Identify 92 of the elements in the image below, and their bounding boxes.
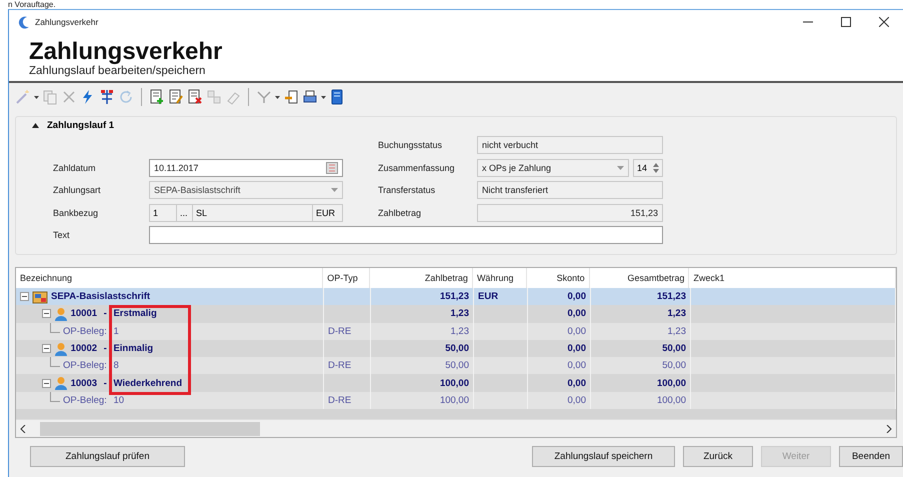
table-cell: 1,23	[668, 326, 686, 337]
remove-document-icon[interactable]	[187, 89, 203, 105]
person-icon	[54, 342, 68, 356]
maximize-icon[interactable]	[841, 17, 851, 27]
status-field: nicht verbucht	[477, 136, 663, 154]
add-document-icon[interactable]	[149, 89, 165, 105]
collapse-icon[interactable]	[20, 292, 29, 302]
app-logo-icon	[17, 16, 30, 28]
field-label: Buchungsstatus	[378, 140, 444, 150]
table-cell: 100,00	[656, 394, 686, 406]
action-button[interactable]: Zahlungslauf prüfen	[30, 446, 185, 467]
table-cell: D-RE	[328, 326, 352, 337]
page-subtitle: Zahlungslauf bearbeiten/speichern	[29, 65, 206, 78]
bank-code-field: SL	[193, 204, 313, 222]
window-title: Zahlungsverkehr	[35, 17, 98, 27]
field-label: Zahldatum	[53, 162, 97, 172]
table-cell: 0,00	[568, 326, 586, 337]
export-icon[interactable]	[283, 89, 299, 105]
collapse-arrow-icon[interactable]	[32, 122, 39, 128]
person-icon	[54, 306, 68, 321]
table-cell: 50,00	[445, 360, 469, 372]
calendar-icon[interactable]	[326, 162, 338, 174]
page-title: Zahlungsverkehr	[29, 39, 222, 65]
tree-label: 10001 - Erstmalig	[70, 308, 157, 320]
book-icon[interactable]	[329, 89, 345, 105]
tree-row[interactable]: 10003 - Wiederkehrend 100,00 0,00 100,00	[16, 374, 896, 392]
table-cell: D-RE	[328, 394, 352, 406]
table-cell: 1,23	[450, 308, 469, 320]
caption-text: n Vorauftage.	[8, 0, 56, 9]
table-cell: 100,00	[656, 378, 686, 389]
table-cell: 50,00	[662, 343, 686, 354]
action-button[interactable]: Zahlungslauf speichern	[532, 446, 675, 467]
table-cell: 0,00	[568, 360, 586, 372]
document-label: OP-Beleg: 8	[63, 360, 119, 372]
tree-row[interactable]: 10001 - Erstmalig 1,23 0,00 1,23	[16, 305, 896, 323]
field-label: Bankbezug	[53, 208, 100, 218]
table-cell: 100,00	[440, 378, 469, 389]
tree-row[interactable]: SEPA-Basislastschrift 151,23 EUR 0,00 151,23	[16, 288, 896, 306]
tree-label: 10003 - Wiederkehrend	[70, 378, 182, 389]
table-cell: 50,00	[445, 343, 469, 354]
scrollbar-thumb[interactable]	[40, 422, 260, 436]
table-cell: 151,23	[656, 291, 686, 302]
field-label: Zahlbetrag	[378, 208, 422, 218]
document-label: OP-Beleg: 10	[63, 394, 124, 406]
table-cell: EUR	[478, 291, 498, 302]
edit-document-icon[interactable]	[168, 89, 184, 105]
tree-row[interactable]: OP-Beleg: 1 D-RE 1,23 0,00 1,23	[16, 322, 896, 340]
text-field[interactable]	[149, 226, 663, 244]
table-cell: 0,00	[568, 394, 586, 406]
spin-arrows-icon[interactable]	[653, 162, 659, 172]
field-label: Zahlungsart	[53, 185, 102, 195]
table-cell: 50,00	[662, 360, 686, 372]
group-title: Zahlungslauf 1	[47, 120, 114, 130]
tree-row[interactable]: 10002 - Einmalig 50,00 0,00 50,00	[16, 340, 896, 358]
collapse-icon[interactable]	[42, 378, 51, 388]
amount-field: 151,23	[477, 204, 663, 222]
table-cell: 1,23	[668, 308, 686, 320]
table-cell: 0,00	[568, 378, 586, 389]
dropdown-field[interactable]: x OPs je Zahlung	[477, 158, 629, 176]
tree-label: 10002 - Einmalig	[70, 343, 154, 354]
collapse-icon[interactable]	[42, 344, 51, 354]
person-icon	[54, 376, 68, 390]
bank-number-field[interactable]: 1	[149, 204, 177, 222]
field-label: Text	[53, 230, 71, 240]
scroll-right-icon[interactable]	[886, 424, 892, 433]
dropdown-caret-icon[interactable]	[321, 96, 326, 98]
action-button[interactable]: Zurück	[683, 446, 753, 467]
table-cell: 0,00	[568, 291, 586, 302]
split-icon[interactable]	[99, 89, 115, 105]
status-field: Nicht transferiert	[477, 181, 663, 199]
collapse-icon[interactable]	[42, 309, 51, 318]
scroll-left-icon[interactable]	[20, 424, 26, 433]
tree-row[interactable]: OP-Beleg: 10 D-RE 100,00 0,00 100,00	[16, 392, 896, 410]
table-cell: 1,23	[450, 326, 469, 337]
table-cell: 0,00	[568, 343, 586, 354]
tree-row[interactable]: OP-Beleg: 8 D-RE 50,00 0,00 50,00	[16, 357, 896, 374]
printer-icon[interactable]	[302, 89, 318, 105]
table-cell: 100,00	[440, 394, 469, 406]
document-label: OP-Beleg: 1	[63, 326, 119, 337]
date-field[interactable]: 10.11.2017	[149, 158, 343, 176]
table-cell: D-RE	[328, 360, 352, 372]
table-cell: 0,00	[568, 308, 586, 320]
action-button[interactable]: Beenden	[839, 446, 903, 467]
close-icon[interactable]	[879, 17, 889, 27]
payment-folder-icon	[32, 290, 48, 304]
field-label: Zusammenfassung	[378, 162, 456, 172]
number-spinner[interactable]: 14	[632, 158, 663, 176]
field-label: Transferstatus	[378, 185, 436, 195]
tree-label: SEPA-Basislastschrift	[51, 291, 150, 302]
browse-button[interactable]: ...	[177, 204, 193, 222]
table-cell: 151,23	[440, 291, 469, 302]
currency-field: EUR	[313, 204, 343, 222]
